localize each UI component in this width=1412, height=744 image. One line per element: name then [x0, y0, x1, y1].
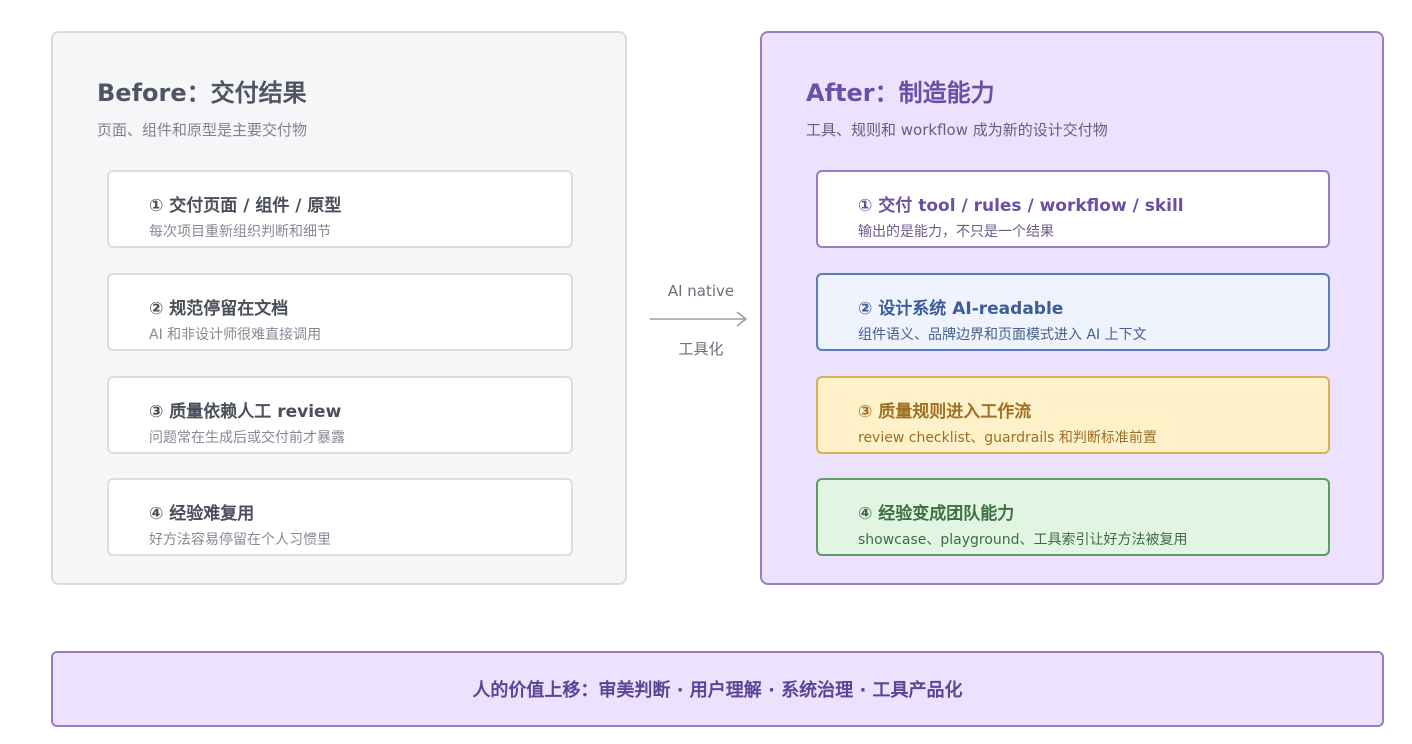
after-card-desc: 组件语义、品牌边界和页面模式进入 AI 上下文	[858, 327, 1147, 343]
before-card-3: ③ 质量依赖人工 review 问题常在生成后或交付前才暴露	[107, 376, 573, 454]
after-card-1: ① 交付 tool / rules / workflow / skill 输出的…	[816, 170, 1330, 248]
before-card-1: ① 交付页面 / 组件 / 原型 每次项目重新组织判断和细节	[107, 170, 573, 248]
footer-banner: 人的价值上移：审美判断 · 用户理解 · 系统治理 · 工具产品化	[51, 651, 1384, 727]
arrow-top-label: AI native	[667, 282, 735, 300]
before-subtitle: 页面、组件和原型是主要交付物	[97, 121, 308, 139]
before-card-desc: 问题常在生成后或交付前才暴露	[149, 430, 345, 446]
arrow-bottom-label: 工具化	[678, 340, 724, 358]
before-card-title: ② 规范停留在文档	[149, 299, 289, 319]
before-card-title: ① 交付页面 / 组件 / 原型	[149, 196, 342, 216]
after-card-2: ② 设计系统 AI-readable 组件语义、品牌边界和页面模式进入 AI 上…	[816, 273, 1330, 351]
before-card-desc: AI 和非设计师很难直接调用	[149, 327, 322, 343]
after-card-4: ④ 经验变成团队能力 showcase、playground、工具索引让好方法被…	[816, 478, 1330, 556]
right-arrow-icon	[650, 311, 748, 327]
before-card-title: ④ 经验难复用	[149, 504, 255, 524]
before-card-2: ② 规范停留在文档 AI 和非设计师很难直接调用	[107, 273, 573, 351]
after-card-title: ④ 经验变成团队能力	[858, 504, 1015, 524]
before-card-4: ④ 经验难复用 好方法容易停留在个人习惯里	[107, 478, 573, 556]
after-subtitle: 工具、规则和 workflow 成为新的设计交付物	[806, 121, 1108, 139]
after-card-title: ② 设计系统 AI-readable	[858, 299, 1064, 319]
footer-text: 人的价值上移：审美判断 · 用户理解 · 系统治理 · 工具产品化	[472, 680, 963, 701]
after-card-desc: review checklist、guardrails 和判断标准前置	[858, 430, 1157, 446]
before-card-title: ③ 质量依赖人工 review	[149, 402, 342, 422]
after-card-3: ③ 质量规则进入工作流 review checklist、guardrails …	[816, 376, 1330, 454]
after-title: After：制造能力	[806, 79, 995, 107]
after-card-desc: showcase、playground、工具索引让好方法被复用	[858, 532, 1188, 548]
before-title: Before：交付结果	[97, 79, 307, 107]
after-panel: After：制造能力 工具、规则和 workflow 成为新的设计交付物 ① 交…	[760, 31, 1384, 585]
before-panel: Before：交付结果 页面、组件和原型是主要交付物 ① 交付页面 / 组件 /…	[51, 31, 627, 585]
after-card-desc: 输出的是能力，不只是一个结果	[858, 224, 1054, 240]
after-card-title: ① 交付 tool / rules / workflow / skill	[858, 196, 1184, 216]
before-card-desc: 好方法容易停留在个人习惯里	[149, 532, 331, 548]
after-card-title: ③ 质量规则进入工作流	[858, 402, 1032, 422]
before-card-desc: 每次项目重新组织判断和细节	[149, 224, 331, 240]
